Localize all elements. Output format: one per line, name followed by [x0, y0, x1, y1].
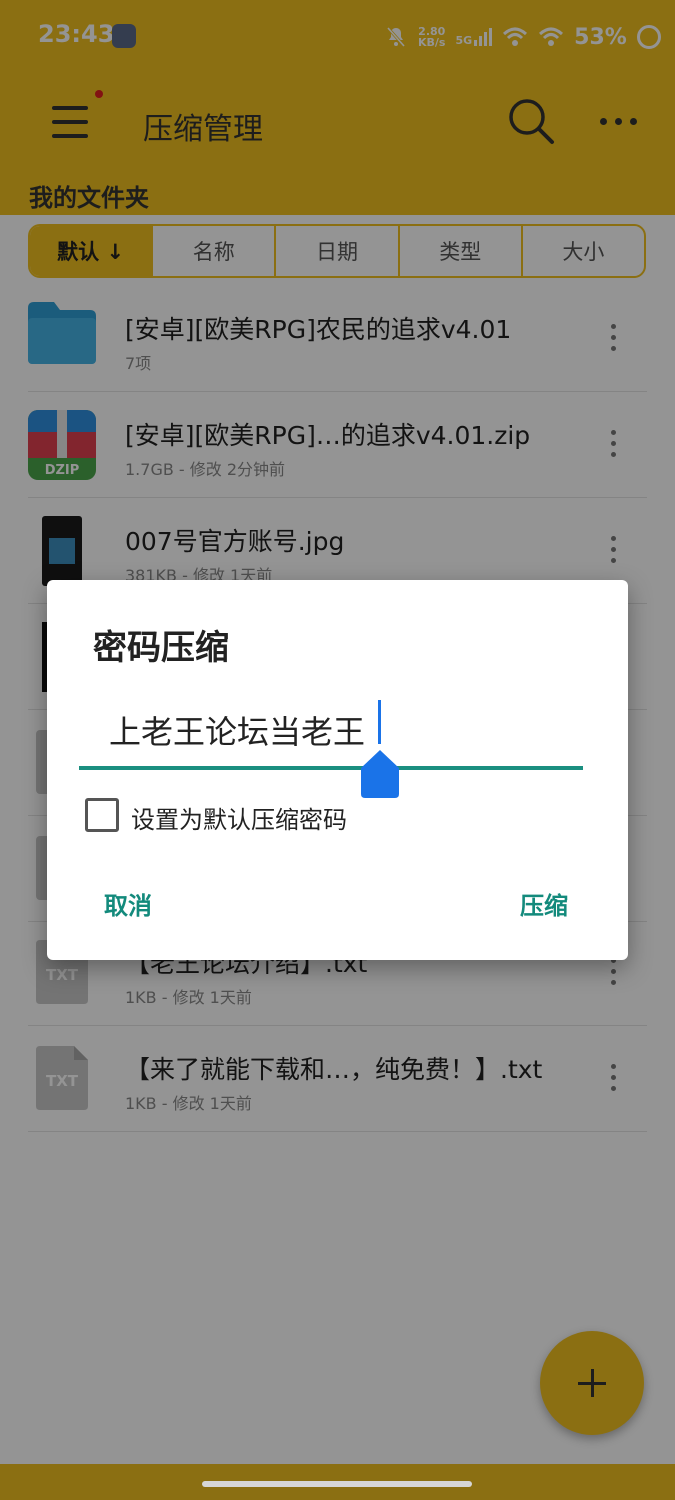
password-compress-dialog: 密码压缩 设置为默认压缩密码 取消 压缩: [47, 580, 628, 960]
dialog-title: 密码压缩: [93, 628, 229, 668]
checkbox-label[interactable]: 设置为默认压缩密码: [131, 800, 347, 835]
text-cursor: [378, 700, 381, 744]
password-input[interactable]: [79, 690, 583, 770]
compress-button[interactable]: 压缩: [520, 886, 568, 921]
default-password-checkbox[interactable]: [85, 798, 119, 832]
cursor-handle-icon[interactable]: [361, 750, 399, 798]
cancel-button[interactable]: 取消: [104, 886, 152, 921]
input-underline: [79, 766, 583, 770]
home-indicator[interactable]: [202, 1481, 472, 1487]
